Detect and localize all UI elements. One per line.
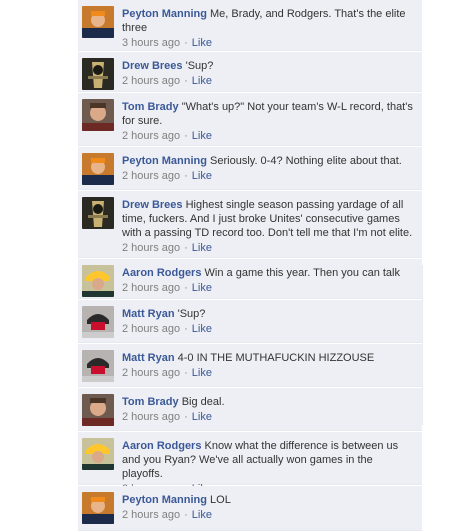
comment-meta: 2 hours ago · Like bbox=[122, 281, 414, 295]
comment-text: Big deal. bbox=[181, 396, 225, 408]
separator: · bbox=[184, 75, 188, 87]
comment-meta: 2 hours ago · Like bbox=[122, 169, 414, 183]
like-link[interactable]: Like bbox=[192, 509, 212, 521]
comment-item: Drew Brees 'Sup? 2 hours ago · Like bbox=[78, 52, 422, 92]
comment-meta: 2 hours ago · Like bbox=[122, 129, 414, 143]
separator: · bbox=[184, 282, 188, 294]
like-link[interactable]: Like bbox=[192, 75, 212, 87]
comment-author[interactable]: Drew Brees bbox=[122, 199, 183, 211]
comment-author[interactable]: Matt Ryan bbox=[122, 308, 175, 320]
tom-brady-avatar[interactable] bbox=[82, 394, 114, 426]
comment-item: Peyton Manning Seriously. 0-4? Nothing e… bbox=[78, 147, 422, 190]
comment-time[interactable]: 2 hours ago bbox=[122, 323, 180, 335]
right-divider bbox=[422, 265, 423, 425]
comment-text: Seriously. 0-4? Nothing elite about that… bbox=[210, 155, 402, 167]
comment-author[interactable]: Drew Brees bbox=[122, 60, 183, 72]
like-link[interactable]: Like bbox=[192, 130, 212, 142]
comment-time[interactable]: 2 hours ago bbox=[122, 242, 180, 254]
separator: · bbox=[184, 323, 188, 335]
comment-item: Tom Brady Big deal. 2 hours ago · Like bbox=[78, 388, 422, 431]
like-link[interactable]: Like bbox=[192, 170, 212, 182]
separator: · bbox=[184, 367, 188, 379]
drew-brees-avatar[interactable] bbox=[82, 58, 114, 90]
comment-item: Aaron Rodgers Know what the difference i… bbox=[78, 432, 422, 495]
comment-item: Matt Ryan 4-0 IN THE MUTHAFUCKIN HIZZOUS… bbox=[78, 344, 422, 387]
separator: · bbox=[184, 242, 188, 254]
comment-author[interactable]: Peyton Manning bbox=[122, 8, 207, 20]
comment-text: 'Sup? bbox=[185, 60, 214, 72]
peyton-manning-avatar[interactable] bbox=[82, 492, 114, 524]
comment-item: Peyton Manning Me, Brady, and Rodgers. T… bbox=[78, 0, 422, 51]
comment-item: Peyton Manning LOL 2 hours ago · Like bbox=[78, 486, 422, 531]
peyton-manning-avatar[interactable] bbox=[82, 153, 114, 185]
comment-time[interactable]: 2 hours ago bbox=[122, 367, 180, 379]
comment-time[interactable]: 2 hours ago bbox=[122, 509, 180, 521]
comment-item: Tom Brady "What's up?" Not your team's W… bbox=[78, 93, 422, 146]
like-link[interactable]: Like bbox=[192, 411, 212, 423]
comment-author[interactable]: Peyton Manning bbox=[122, 494, 207, 506]
comment-time[interactable]: 2 hours ago bbox=[122, 130, 180, 142]
comment-thread: Peyton Manning Me, Brady, and Rodgers. T… bbox=[78, 0, 422, 531]
separator: · bbox=[184, 37, 188, 49]
comment-author[interactable]: Peyton Manning bbox=[122, 155, 207, 167]
comment-meta: 3 hours ago · Like bbox=[122, 36, 414, 50]
like-link[interactable]: Like bbox=[192, 323, 212, 335]
comment-meta: 2 hours ago · Like bbox=[122, 410, 414, 424]
comment-author[interactable]: Aaron Rodgers bbox=[122, 267, 201, 279]
comment-item: Aaron Rodgers Win a game this year. Then… bbox=[78, 259, 422, 299]
comment-text: 'Sup? bbox=[177, 308, 206, 320]
drew-brees-avatar[interactable] bbox=[82, 197, 114, 229]
like-link[interactable]: Like bbox=[192, 282, 212, 294]
matt-ryan-avatar[interactable] bbox=[82, 350, 114, 382]
comment-time[interactable]: 2 hours ago bbox=[122, 411, 180, 423]
like-link[interactable]: Like bbox=[192, 367, 212, 379]
comment-author[interactable]: Tom Brady bbox=[122, 396, 179, 408]
comment-text: 4-0 IN THE MUTHAFUCKIN HIZZOUSE bbox=[177, 352, 375, 364]
like-link[interactable]: Like bbox=[192, 242, 212, 254]
matt-ryan-avatar[interactable] bbox=[82, 306, 114, 338]
aaron-rodgers-avatar[interactable] bbox=[82, 438, 114, 470]
separator: · bbox=[184, 411, 188, 423]
comment-author[interactable]: Matt Ryan bbox=[122, 352, 175, 364]
separator: · bbox=[184, 170, 188, 182]
comment-item: Matt Ryan 'Sup? 2 hours ago · Like bbox=[78, 300, 422, 343]
like-link[interactable]: Like bbox=[192, 37, 212, 49]
comment-time[interactable]: 2 hours ago bbox=[122, 75, 180, 87]
peyton-manning-avatar[interactable] bbox=[82, 6, 114, 38]
comment-meta: 2 hours ago · Like bbox=[122, 322, 414, 336]
comment-meta: 2 hours ago · Like bbox=[122, 74, 414, 88]
comment-item: Drew Brees Highest single season passing… bbox=[78, 191, 422, 258]
aaron-rodgers-avatar[interactable] bbox=[82, 265, 114, 297]
comment-meta: 2 hours ago · Like bbox=[122, 366, 414, 380]
tom-brady-avatar[interactable] bbox=[82, 99, 114, 131]
comment-meta: 2 hours ago · Like bbox=[122, 241, 414, 255]
comment-text: LOL bbox=[210, 494, 231, 506]
comment-time[interactable]: 2 hours ago bbox=[122, 282, 180, 294]
separator: · bbox=[184, 509, 188, 521]
comment-author[interactable]: Tom Brady bbox=[122, 101, 179, 113]
comment-text: Win a game this year. Then you can talk bbox=[204, 267, 400, 279]
comment-meta: 2 hours ago · Like bbox=[122, 508, 414, 522]
comment-author[interactable]: Aaron Rodgers bbox=[122, 440, 201, 452]
comment-time[interactable]: 2 hours ago bbox=[122, 170, 180, 182]
separator: · bbox=[184, 130, 188, 142]
comment-time[interactable]: 3 hours ago bbox=[122, 37, 180, 49]
